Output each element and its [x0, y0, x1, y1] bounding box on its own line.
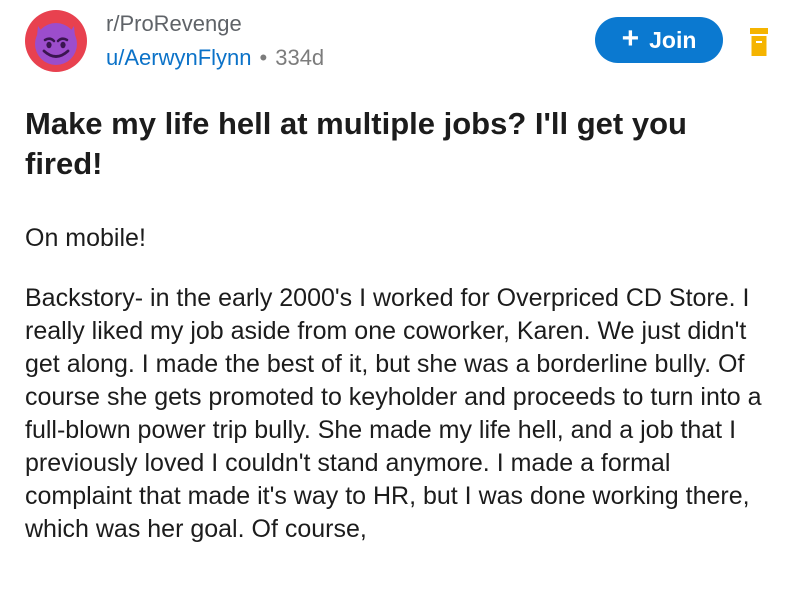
subreddit-avatar[interactable] — [25, 10, 87, 72]
author-line: u/AerwynFlynn • 334d — [106, 44, 324, 72]
devil-face-icon — [35, 23, 77, 65]
author-username[interactable]: u/AerwynFlynn — [106, 44, 252, 72]
post-title[interactable]: Make my life hell at multiple jobs? I'll… — [25, 104, 765, 184]
post-header: r/ProRevenge u/AerwynFlynn • 334d + Join — [0, 0, 800, 90]
post-paragraph: Backstory- in the early 2000's I worked … — [25, 284, 762, 543]
archive-icon[interactable] — [750, 28, 768, 56]
post-age: 334d — [275, 45, 325, 70]
plus-icon: + — [621, 21, 640, 55]
post-body: On mobile! Backstory- in the early 2000'… — [25, 222, 775, 573]
post-paragraph: On mobile! — [25, 224, 146, 252]
meta-separator: • — [259, 45, 268, 70]
post-meta: r/ProRevenge u/AerwynFlynn • 334d — [106, 10, 324, 72]
join-button[interactable]: + Join — [595, 17, 723, 63]
join-button-label: Join — [649, 26, 697, 53]
subreddit-name[interactable]: r/ProRevenge — [106, 10, 324, 38]
